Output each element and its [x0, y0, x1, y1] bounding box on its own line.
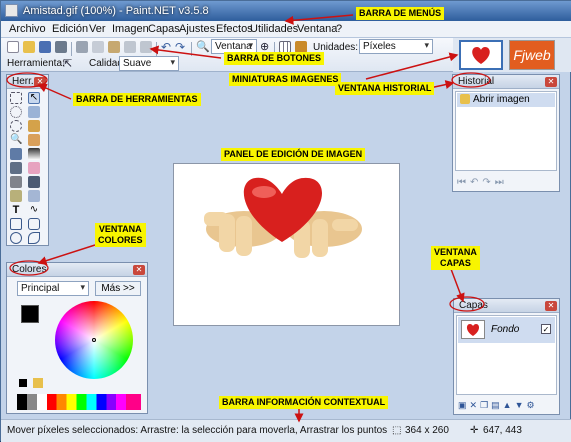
annotation-thumbnails: MINIATURAS IMAGENES [229, 73, 342, 86]
annotation-tools: BARRA DE HERRAMIENTAS [73, 93, 201, 106]
buttons-bar-arrow [149, 45, 222, 59]
annotation-status: BARRA INFORMACIÓN CONTEXTUAL [219, 396, 389, 409]
annotation-history: VENTANA HISTORIAL [335, 82, 435, 95]
thumbnails-arrow [365, 52, 459, 80]
layers-arrow [450, 268, 465, 303]
annotation-colors-line2: COLORES [98, 235, 143, 245]
menu-bar-arrow [284, 14, 354, 25]
annotation-colors: VENTANA COLORES [95, 223, 146, 247]
history-highlight-ellipse [451, 72, 491, 88]
annotation-edit-panel: PANEL DE EDICIÓN DE IMAGEN [221, 148, 366, 161]
colors-highlight-ellipse [9, 260, 49, 276]
tools-highlight-ellipse [6, 72, 48, 88]
annotation-arrows [6, 14, 491, 423]
annotation-layers-line2: CAPAS [440, 258, 471, 268]
annotation-menu-bar: BARRA DE MENÚS [356, 7, 445, 20]
annotation-buttons-bar: BARRA DE BOTONES [224, 52, 325, 65]
annotation-layers-line1: VENTANA [434, 247, 477, 257]
annotation-colors-line1: VENTANA [98, 224, 142, 234]
colors-arrow [37, 244, 96, 265]
tools-arrow [37, 83, 72, 100]
layers-highlight-ellipse [449, 296, 485, 312]
paintnet-window: Amistad.gif (100%) - Paint.NET v3.5.8 Ar… [0, 0, 571, 442]
annotation-layers: VENTANA CAPAS [431, 246, 480, 270]
